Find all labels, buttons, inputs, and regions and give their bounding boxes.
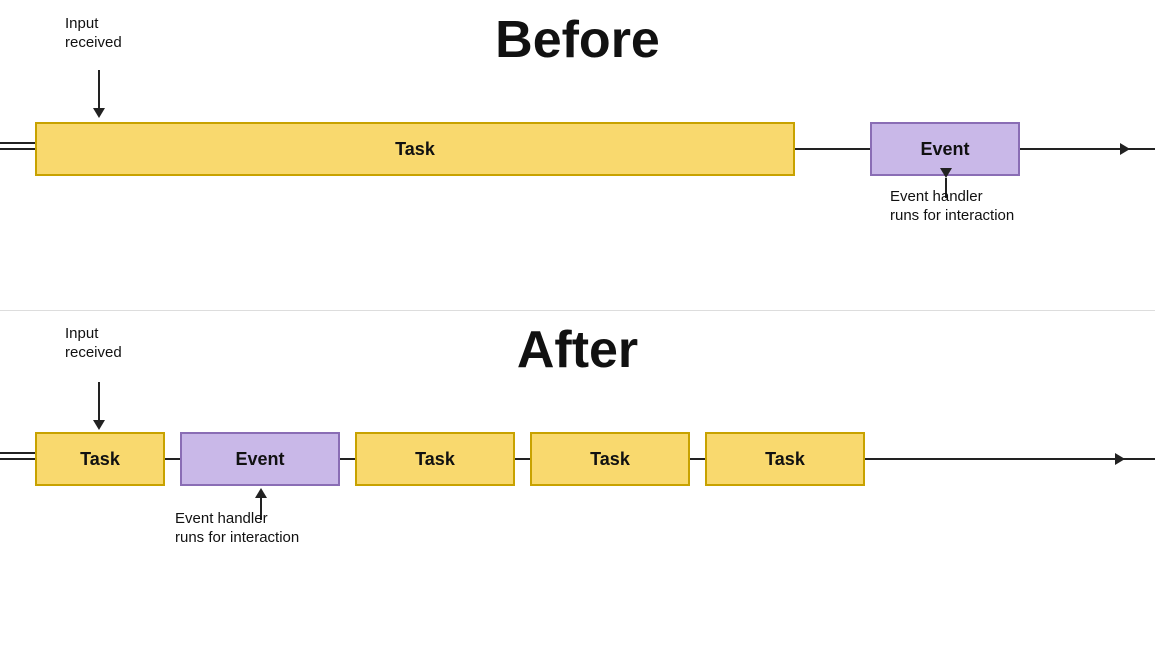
after-section: After Input received Task Event Task: [0, 310, 1155, 647]
before-input-label: Input received: [65, 15, 122, 53]
before-arrow-right: [1020, 143, 1130, 155]
after-task4-box: Task: [705, 432, 865, 486]
after-event-box: Event: [180, 432, 340, 486]
before-input-arrow: [93, 70, 105, 118]
arrow-head-up: [255, 488, 267, 498]
arrow-head: [93, 420, 105, 430]
after-input-arrow: [93, 382, 105, 430]
after-left-end: [0, 452, 35, 454]
after-arrow-right: [865, 453, 1125, 465]
after-event-handler-label: Event handler runs for interaction: [175, 510, 299, 548]
arrow-head-up: [940, 168, 952, 178]
before-title: Before: [0, 10, 1155, 70]
after-task1-box: Task: [35, 432, 165, 486]
before-task-box: Task: [35, 122, 795, 176]
before-connector: [795, 148, 870, 150]
diagram-container: Before Input received Task Event: [0, 0, 1155, 647]
conn4: [690, 458, 705, 460]
before-event-handler-label: Event handler runs for interaction: [890, 188, 1014, 226]
shaft: [98, 382, 100, 420]
shaft: [865, 458, 1115, 460]
after-task2-box: Task: [355, 432, 515, 486]
conn3: [515, 458, 530, 460]
arrow-shaft: [98, 70, 100, 108]
shaft: [1020, 148, 1120, 150]
shaft: [0, 142, 35, 144]
conn2: [340, 458, 355, 460]
after-title: After: [0, 320, 1155, 380]
before-section: Before Input received Task Event: [0, 0, 1155, 310]
after-task3-box: Task: [530, 432, 690, 486]
conn1: [165, 458, 180, 460]
arrow-head: [1115, 453, 1125, 465]
before-left-end: [0, 142, 35, 144]
after-input-label: Input received: [65, 325, 122, 363]
arrow-head: [93, 108, 105, 118]
arrow-head: [1120, 143, 1130, 155]
